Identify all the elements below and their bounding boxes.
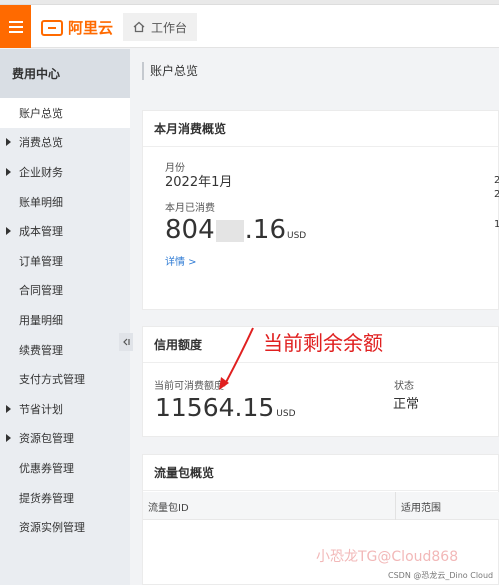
details-link[interactable]: 详情 > xyxy=(165,253,197,268)
traffic-table-header: 流量包ID 适用范围 xyxy=(143,492,499,520)
page-title: 账户总览 xyxy=(142,62,198,80)
sidebar-item-5[interactable]: 订单管理 xyxy=(0,246,130,276)
sidebar-item-label: 账户总览 xyxy=(19,106,63,120)
sidebar-item-6[interactable]: 合同管理 xyxy=(0,276,130,306)
sidebar-item-1[interactable]: 消费总览 xyxy=(0,128,130,158)
watermark: 小恐龙TG@Cloud868 xyxy=(316,549,459,565)
menu-icon[interactable] xyxy=(0,5,31,48)
sidebar-item-label: 优惠券管理 xyxy=(19,461,74,475)
cropped-value-3: 1 xyxy=(494,219,499,230)
cropped-value-1: 2 xyxy=(494,175,499,186)
sidebar: 费用中心 账户总览消费总览企业财务账单明细成本管理订单管理合同管理用量明细续费管… xyxy=(0,49,130,585)
sidebar-item-label: 账单明细 xyxy=(19,195,63,209)
sidebar-item-label: 用量明细 xyxy=(19,313,63,327)
caret-right-icon xyxy=(6,227,11,236)
monthly-overview-title: 本月消费概览 xyxy=(143,111,498,147)
redacted-digits xyxy=(215,219,244,242)
caret-right-icon xyxy=(6,434,11,443)
sidebar-item-label: 节省计划 xyxy=(19,402,63,416)
annotation-arrow xyxy=(219,327,254,390)
column-header-package-id[interactable]: 流量包ID xyxy=(143,492,396,520)
spent-unit: USD xyxy=(287,231,307,241)
month-value: 2022年1月 xyxy=(165,175,233,190)
sidebar-item-label: 资源包管理 xyxy=(19,432,74,446)
sidebar-collapse-icon[interactable] xyxy=(119,333,133,351)
sidebar-item-7[interactable]: 用量明细 xyxy=(0,305,130,335)
sidebar-item-14[interactable]: 资源实例管理 xyxy=(0,512,130,542)
top-header: 阿里云 工作台 xyxy=(0,5,499,48)
sidebar-nav: 账户总览消费总览企业财务账单明细成本管理订单管理合同管理用量明细续费管理支付方式… xyxy=(0,98,130,542)
available-credit-unit: USD xyxy=(276,409,296,419)
cropped-value-2: 2 xyxy=(494,189,499,200)
sidebar-item-2[interactable]: 企业财务 xyxy=(0,157,130,187)
sidebar-item-9[interactable]: 支付方式管理 xyxy=(0,364,130,394)
spent-amount-suffix: .16 xyxy=(244,215,286,245)
sidebar-item-label: 提货券管理 xyxy=(19,491,74,505)
available-credit-value: 11564.15 xyxy=(155,393,275,422)
traffic-package-title: 流量包概览 xyxy=(143,455,498,491)
spent-amount-prefix: 804 xyxy=(165,215,215,245)
spent-label: 本月已消费 xyxy=(165,203,215,214)
status-value: 正常 xyxy=(393,397,420,412)
sidebar-item-label: 企业财务 xyxy=(19,165,63,179)
sidebar-title: 费用中心 xyxy=(0,49,130,98)
sidebar-item-12[interactable]: 优惠券管理 xyxy=(0,453,130,483)
sidebar-item-4[interactable]: 成本管理 xyxy=(0,216,130,246)
aliyun-logo-icon xyxy=(41,19,63,36)
sidebar-item-label: 合同管理 xyxy=(19,284,63,298)
sidebar-item-label: 续费管理 xyxy=(19,343,63,357)
sidebar-item-10[interactable]: 节省计划 xyxy=(0,394,130,424)
sidebar-item-label: 订单管理 xyxy=(19,254,63,268)
credit-text: CSDN @恐龙云_Dino Cloud xyxy=(388,571,494,580)
home-icon xyxy=(133,21,145,33)
available-credit-amount: 11564.15 USD xyxy=(155,393,296,422)
workspace-button[interactable]: 工作台 xyxy=(123,13,198,41)
sidebar-item-8[interactable]: 续费管理 xyxy=(0,335,130,365)
sidebar-item-label: 资源实例管理 xyxy=(19,521,85,535)
sidebar-item-label: 支付方式管理 xyxy=(19,373,85,387)
sidebar-item-label: 成本管理 xyxy=(19,225,63,239)
sidebar-item-3[interactable]: 账单明细 xyxy=(0,187,130,217)
sidebar-item-0[interactable]: 账户总览 xyxy=(0,98,130,128)
brand-name: 阿里云 xyxy=(68,19,114,37)
monthly-overview-card: 本月消费概览 月份 2022年1月 本月已消费 804.16USD 详情 > 2… xyxy=(142,110,499,310)
workspace-label: 工作台 xyxy=(151,20,188,35)
status-label: 状态 xyxy=(394,381,414,392)
sidebar-item-11[interactable]: 资源包管理 xyxy=(0,424,130,454)
available-credit-label: 当前可消费额度 xyxy=(154,381,224,392)
sidebar-item-13[interactable]: 提货券管理 xyxy=(0,483,130,513)
caret-right-icon xyxy=(6,404,11,413)
caret-right-icon xyxy=(6,167,11,176)
sidebar-item-label: 消费总览 xyxy=(19,136,63,150)
brand-logo[interactable]: 阿里云 xyxy=(41,17,113,38)
annotation-text: 当前剩余余额 xyxy=(263,331,383,355)
caret-right-icon xyxy=(6,138,11,147)
column-header-scope[interactable]: 适用范围 xyxy=(396,492,499,520)
spent-amount: 804 .16USD xyxy=(165,215,306,245)
